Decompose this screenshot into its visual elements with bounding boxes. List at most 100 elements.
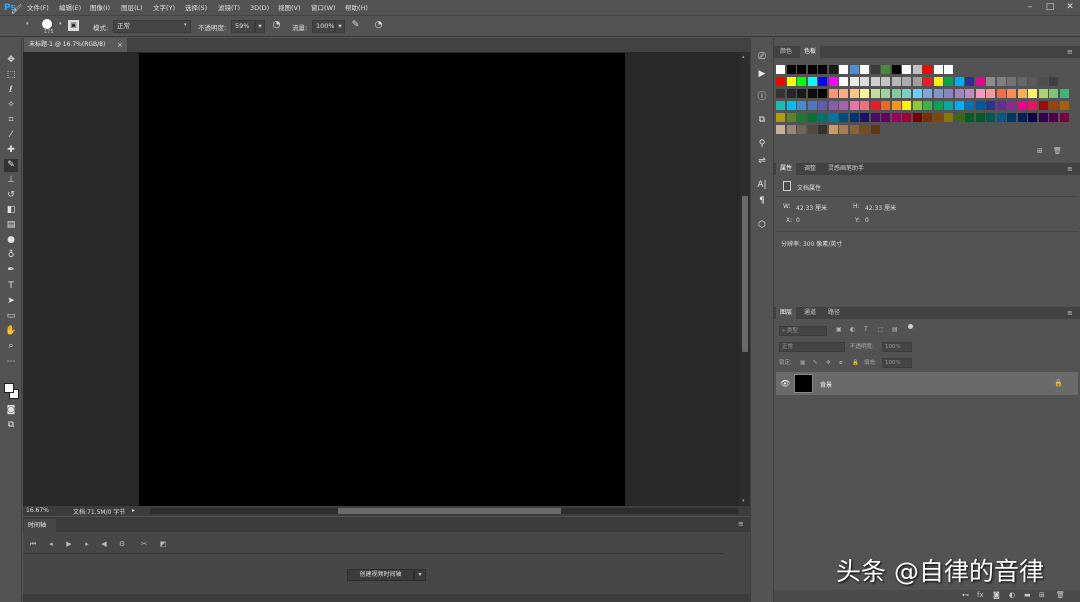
color-swatch[interactable] [996, 113, 1006, 122]
color-swatch[interactable] [776, 125, 785, 134]
split-scissors-icon[interactable]: ✂ [138, 538, 150, 550]
color-swatch[interactable] [870, 89, 880, 98]
color-swatch[interactable] [975, 101, 985, 110]
filter-type-icon[interactable]: T [864, 326, 868, 333]
filter-toggle-icon[interactable] [908, 324, 913, 329]
color-swatch[interactable] [912, 101, 922, 110]
panel-menu-icon[interactable]: ≡ [1067, 163, 1077, 175]
chevron-down-icon[interactable]: ▾ [26, 21, 32, 27]
menu-help[interactable]: 帮助(H) [345, 3, 368, 13]
color-swatch[interactable] [1038, 77, 1048, 86]
scroll-down-icon[interactable]: ▾ [742, 498, 745, 504]
tab-properties[interactable]: 属性 [776, 163, 797, 175]
color-swatch[interactable] [975, 89, 985, 98]
brush-tool-icon[interactable]: ✎ [4, 159, 18, 172]
color-swatch[interactable] [1049, 89, 1058, 98]
color-swatch[interactable] [818, 77, 827, 86]
color-swatch[interactable] [860, 77, 869, 86]
color-swatch[interactable] [923, 77, 932, 86]
color-swatch[interactable] [881, 101, 890, 110]
color-swatch[interactable] [1038, 113, 1048, 122]
color-swatch[interactable] [797, 77, 806, 86]
crop-tool-icon[interactable]: ⌗ [4, 114, 18, 127]
color-swatch[interactable] [933, 113, 943, 122]
transition-icon[interactable]: ◩ [157, 538, 169, 550]
color-swatch[interactable] [965, 101, 974, 110]
fill-input[interactable]: 100% [882, 358, 912, 368]
color-swatch[interactable] [1059, 113, 1069, 122]
actions-play-icon[interactable]: ▶ [754, 67, 770, 82]
color-swatch[interactable] [891, 101, 901, 110]
color-swatch[interactable] [1017, 77, 1027, 86]
pen-tool-icon[interactable]: ✒ [4, 264, 18, 277]
color-swatch[interactable] [891, 113, 901, 122]
brush-preview-icon[interactable] [42, 19, 52, 29]
document-canvas[interactable] [139, 53, 625, 506]
status-menu-arrow-icon[interactable]: ▸ [132, 507, 135, 514]
tab-layers[interactable]: 图层 [776, 307, 797, 319]
color-swatch[interactable] [912, 89, 922, 98]
color-swatch[interactable] [986, 113, 995, 122]
color-swatch[interactable] [912, 77, 922, 86]
color-swatch[interactable] [860, 125, 869, 134]
color-swatch[interactable] [1038, 101, 1048, 110]
layer-kind-filter[interactable]: ⌕ 类型 [779, 326, 827, 336]
color-swatch[interactable] [797, 113, 806, 122]
brush-panel-toggle-icon[interactable]: ▣ [68, 20, 79, 31]
marquee-tool-icon[interactable]: ⬚ [4, 69, 18, 82]
color-swatch[interactable] [996, 101, 1006, 110]
color-swatch[interactable] [1028, 77, 1037, 86]
color-swatch[interactable] [849, 113, 859, 122]
color-swatch[interactable] [902, 113, 911, 122]
color-swatch[interactable] [1038, 89, 1048, 98]
create-video-timeline-button[interactable]: 创建视频时间轴 [347, 569, 414, 581]
color-swatch[interactable] [965, 113, 974, 122]
close-icon[interactable]: × [117, 38, 125, 52]
color-swatch[interactable] [776, 113, 785, 122]
adjustment-layer-icon[interactable]: ◐ [1009, 591, 1015, 599]
color-swatch[interactable] [786, 101, 796, 110]
minimize-button[interactable]: – [1020, 0, 1040, 16]
color-swatch[interactable] [1017, 113, 1027, 122]
clone-stamp-tool-icon[interactable]: ⊥ [4, 174, 18, 187]
styles-icon[interactable]: ⇌ [754, 154, 770, 169]
color-swatch[interactable] [849, 101, 859, 110]
color-swatch[interactable] [944, 101, 953, 110]
color-swatch[interactable] [891, 77, 901, 86]
color-swatch[interactable] [828, 113, 838, 122]
layer-name[interactable]: 背景 [820, 380, 832, 389]
audio-icon[interactable]: ◀ [98, 538, 110, 550]
foreground-color-swatch-front[interactable] [4, 383, 14, 393]
eye-visibility-icon[interactable]: 👁 [780, 379, 790, 388]
tab-swatches[interactable]: 色板 [800, 46, 821, 58]
color-swatch[interactable] [1007, 113, 1016, 122]
color-swatch[interactable] [807, 113, 817, 122]
chevron-down-icon[interactable]: ▾ [59, 21, 65, 27]
blur-tool-icon[interactable]: ● [4, 234, 18, 247]
color-swatch[interactable] [881, 77, 890, 86]
color-swatch[interactable] [797, 65, 806, 74]
color-swatch[interactable] [944, 77, 953, 86]
rectangle-tool-icon[interactable]: ▭ [4, 310, 18, 323]
color-swatch[interactable] [1049, 77, 1058, 86]
add-mask-icon[interactable]: ◙ [993, 591, 1000, 599]
color-swatch[interactable] [807, 101, 817, 110]
color-swatch[interactable] [818, 101, 827, 110]
character-icon[interactable]: A| [754, 178, 770, 193]
color-swatch[interactable] [786, 65, 796, 74]
new-group-icon[interactable]: ▬ [1024, 591, 1031, 599]
color-swatch[interactable] [902, 77, 911, 86]
lock-all-icon[interactable]: 🔒 [852, 358, 859, 368]
color-swatch[interactable] [839, 101, 848, 110]
color-swatch[interactable] [786, 125, 796, 134]
color-swatch[interactable] [1049, 101, 1058, 110]
color-swatch[interactable] [828, 77, 838, 86]
color-swatch[interactable] [828, 89, 838, 98]
color-swatch[interactable] [1007, 77, 1016, 86]
color-swatch[interactable] [986, 77, 995, 86]
color-swatch[interactable] [965, 89, 974, 98]
color-swatch[interactable] [881, 113, 890, 122]
color-swatch[interactable] [828, 125, 838, 134]
color-swatch[interactable] [986, 101, 995, 110]
color-swatch[interactable] [923, 65, 932, 74]
